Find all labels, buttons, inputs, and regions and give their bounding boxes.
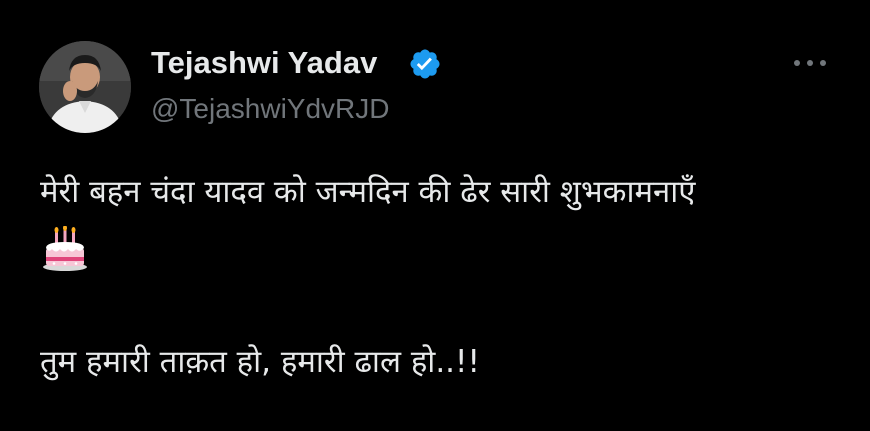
more-options-button[interactable] xyxy=(788,50,832,76)
birthday-cake-emoji xyxy=(42,225,88,272)
author-handle[interactable]: @TejashwiYdvRJD xyxy=(151,92,390,126)
more-horizontal-icon xyxy=(794,60,826,66)
tweet-text-line-1: मेरी बहन चंदा यादव को जन्मदिन की ढेर सार… xyxy=(40,174,696,210)
tweet-text-line-2: तुम हमारी ताक़त हो, हमारी ढाल हो..!! xyxy=(40,344,480,380)
author-avatar[interactable] xyxy=(39,41,131,133)
verified-badge-icon xyxy=(408,47,442,81)
tweet-card: Tejashwi Yadav @TejashwiYdvRJD मेरी बहन … xyxy=(0,0,870,431)
author-display-name[interactable]: Tejashwi Yadav xyxy=(151,44,377,82)
